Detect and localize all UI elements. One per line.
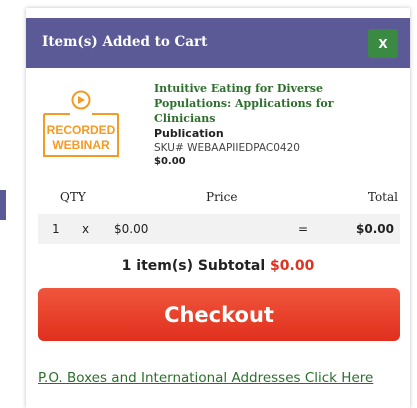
modal-title: Item(s) Added to Cart — [42, 34, 208, 50]
subtotal: 1 item(s) Subtotal $0.00 — [26, 258, 410, 274]
po-boxes-link[interactable]: P.O. Boxes and International Addresses C… — [38, 370, 373, 386]
row-times: x — [82, 222, 90, 236]
thumbnail-text-line-2: WEBINAR — [52, 138, 110, 152]
total-header: Total — [367, 190, 398, 204]
checkout-button[interactable]: Checkout — [38, 288, 400, 341]
background-page-edge — [0, 190, 6, 220]
qty-header: QTY — [60, 190, 86, 204]
thumbnail-text-line-1: RECORDED — [47, 123, 116, 137]
price-header: Price — [206, 190, 238, 204]
row-equals: = — [298, 222, 309, 236]
product-thumbnail: RECORDED WEBINAR — [40, 90, 122, 162]
close-button[interactable]: X — [368, 29, 398, 58]
row-qty: 1 — [52, 222, 60, 236]
product-sku: SKU# WEBAAPIIEDPAC0420 — [154, 142, 300, 154]
product-info: Intuitive Eating for Diverse Populations… — [154, 81, 394, 167]
modal-header: Item(s) Added to Cart X — [26, 18, 410, 68]
subtotal-amount: $0.00 — [270, 258, 315, 274]
cart-table-header: QTY Price Total — [26, 190, 410, 208]
product-title[interactable]: Intuitive Eating for Diverse Populations… — [154, 81, 394, 126]
cart-modal: Item(s) Added to Cart X RECORDED WEBINAR… — [26, 8, 410, 408]
product-type: Publication — [154, 127, 224, 140]
product-price: $0.00 — [154, 156, 186, 167]
row-price: $0.00 — [114, 222, 149, 236]
recorded-webinar-badge: RECORDED WEBINAR — [43, 90, 119, 157]
table-row: 1 x $0.00 = $0.00 — [38, 214, 400, 244]
subtotal-label: 1 item(s) Subtotal — [121, 258, 266, 274]
row-total: $0.00 — [356, 222, 394, 236]
